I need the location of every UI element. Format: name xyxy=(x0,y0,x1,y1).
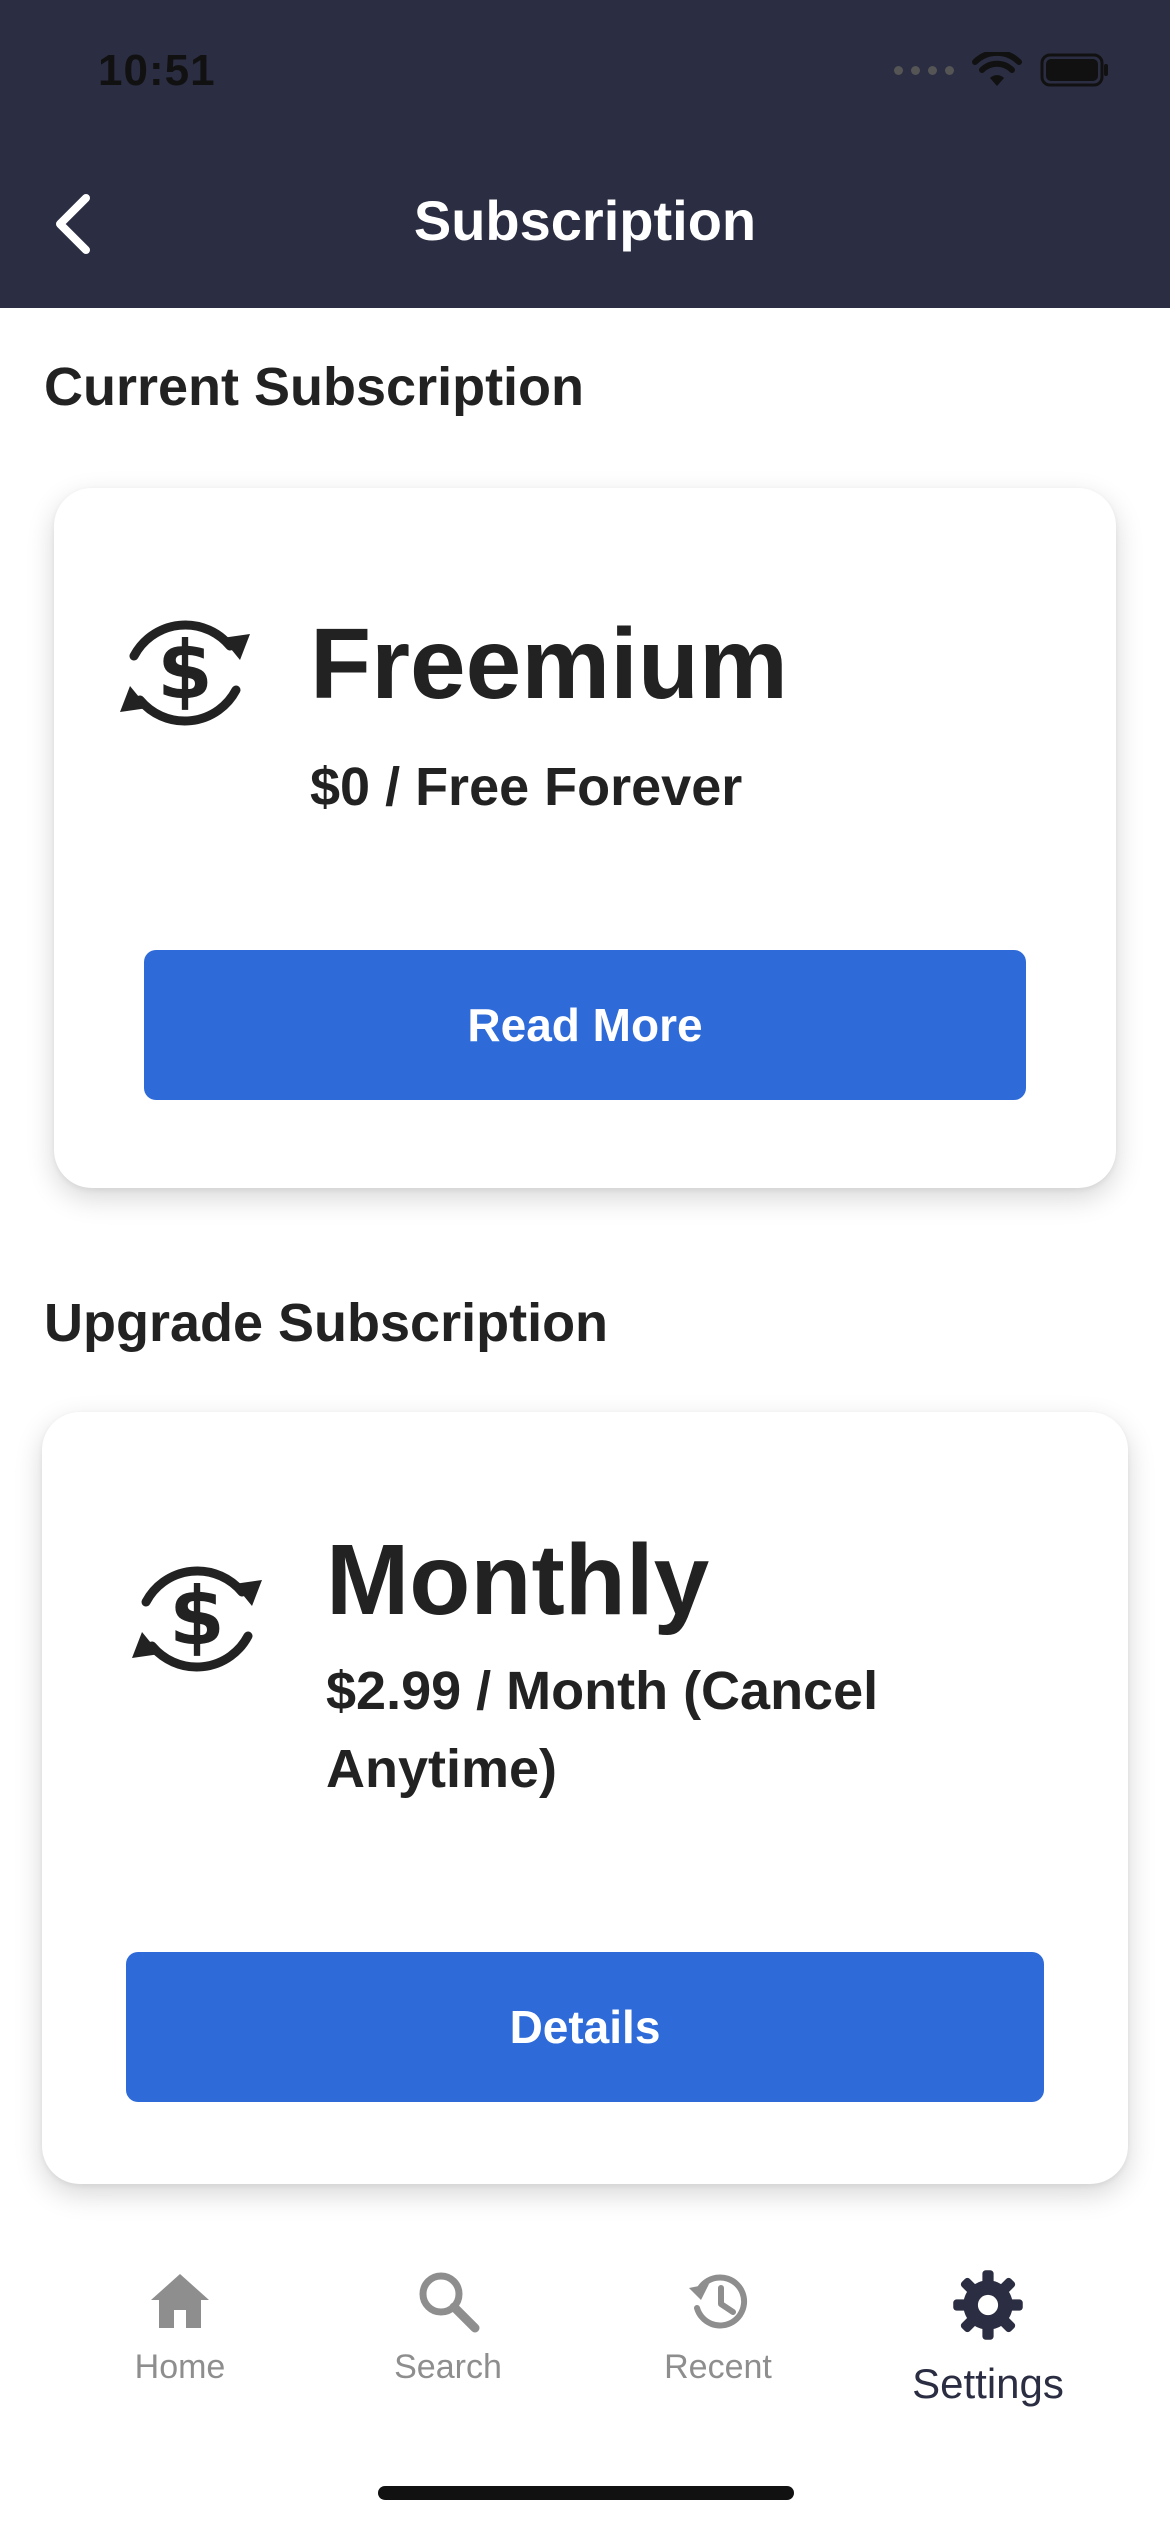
upgrade-plan-price: $2.99 / Month (Cancel Anytime) xyxy=(326,1661,879,1800)
dollar-cycle-icon: $ xyxy=(120,620,250,726)
history-icon xyxy=(689,2274,748,2329)
status-time: 10:51 xyxy=(98,46,216,95)
signal-icon xyxy=(894,65,954,75)
header: 10:51 Subscription xyxy=(0,0,1170,308)
dollar-cycle-icon: $ xyxy=(132,1566,262,1672)
status-icons xyxy=(894,52,1110,88)
tab-recent-label: Recent xyxy=(664,2348,772,2386)
details-button[interactable]: Details xyxy=(126,1952,1044,2102)
read-more-button[interactable]: Read More xyxy=(144,950,1026,1100)
gear-icon xyxy=(953,2270,1023,2340)
current-plan-name: Freemium xyxy=(310,608,788,720)
home-icon xyxy=(151,2274,209,2328)
tab-home-label: Home xyxy=(134,2348,226,2386)
svg-text:$: $ xyxy=(157,624,213,717)
tab-recent[interactable]: Recent xyxy=(608,2268,828,2387)
battery-icon xyxy=(1040,53,1108,87)
home-indicator xyxy=(378,2486,794,2500)
tab-settings[interactable]: Settings xyxy=(878,2268,1098,2408)
current-plan-card: $ Freemium $0 / Free Forever Read More xyxy=(54,488,1116,1188)
current-subscription-title: Current Subscription xyxy=(44,357,585,417)
tab-search-label: Search xyxy=(394,2348,502,2386)
tab-home[interactable]: Home xyxy=(70,2268,290,2387)
tab-search[interactable]: Search xyxy=(338,2268,558,2387)
svg-text:$: $ xyxy=(169,1570,225,1663)
upgrade-plan-card: $ Monthly $2.99 / Month (Cancel Anytime)… xyxy=(42,1412,1128,2184)
wifi-icon xyxy=(972,52,1022,86)
app-screen: 10:51 Subscription Current Subscription xyxy=(0,0,1170,2532)
upgrade-subscription-title: Upgrade Subscription xyxy=(44,1293,609,1353)
page-title: Subscription xyxy=(413,189,757,252)
search-icon xyxy=(419,2272,480,2333)
current-plan-price: $0 / Free Forever xyxy=(310,757,743,817)
tab-settings-label: Settings xyxy=(912,2360,1064,2407)
upgrade-plan-name: Monthly xyxy=(326,1524,710,1636)
